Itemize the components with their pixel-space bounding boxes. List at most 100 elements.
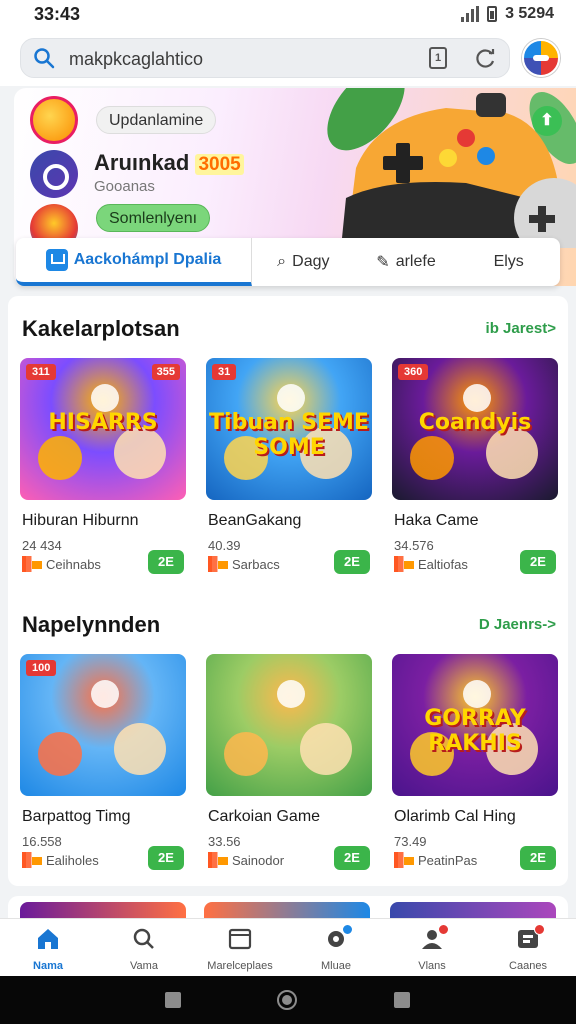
see-all-link-1[interactable]: ib Jarest> <box>486 320 556 337</box>
game-art-title: Tibuan SEME SOME <box>209 410 369 460</box>
nav-item-games[interactable]: Caanes <box>480 919 576 976</box>
recents-button[interactable] <box>394 992 410 1008</box>
game-art-title: HISARRS <box>48 410 158 435</box>
game-card[interactable]: Carkoian Game 33.56 Sainodor 2E <box>206 654 374 894</box>
nav-item-home[interactable]: Nama <box>0 919 96 976</box>
install-button[interactable]: 2E <box>148 846 184 870</box>
hero-chip-green[interactable]: Somlenlyenı <box>96 204 211 232</box>
library-icon <box>227 927 253 951</box>
tab-2[interactable]: ⌕ Dagy <box>252 238 355 286</box>
game-name: Haka Came <box>394 512 479 529</box>
back-button[interactable] <box>165 992 181 1008</box>
game-thumbnail[interactable]: HISARRS 311 355 <box>20 358 186 500</box>
search-input[interactable]: makpkcaglahtico <box>69 49 203 70</box>
app-icon-1[interactable] <box>30 96 78 144</box>
category-flag-icon <box>208 852 228 868</box>
nav-label: Caanes <box>509 960 547 972</box>
search-icon <box>131 927 157 951</box>
game-category-label: Ealtiofas <box>418 556 468 572</box>
install-button[interactable]: 2E <box>334 846 370 870</box>
tab-main[interactable]: Aackohámpl Dpalia <box>16 238 252 286</box>
game-tag: 100 <box>26 660 57 676</box>
nav-item-search[interactable]: Vama <box>96 919 192 976</box>
nav-item-settings[interactable]: Mluae <box>288 919 384 976</box>
game-category-label: PeatinPas <box>418 852 478 868</box>
game-name: Carkoian Game <box>208 808 321 825</box>
app-icon-2[interactable] <box>30 150 78 198</box>
game-card[interactable]: Tibuan SEME SOME 31 BeanGakang 40.39 Sarbacs… <box>206 358 374 598</box>
game-thumbnail[interactable]: GORRAY RAKHIS <box>392 654 558 796</box>
notification-dot <box>342 924 353 935</box>
hero-action-button[interactable]: ⬆ <box>532 106 562 136</box>
game-name: Barpattog Timg <box>22 808 131 825</box>
hero-subtitle: Gooanas <box>94 178 155 195</box>
game-name: BeanGakang <box>208 512 302 529</box>
game-card[interactable]: GORRAY RAKHIS Olarimb Cal Hing 73.49 Peatin… <box>392 654 560 894</box>
games-icon <box>515 924 545 951</box>
search-icon: ⌕ <box>277 253 287 270</box>
game-size: 33.56 <box>208 834 241 849</box>
game-tag: 311 <box>26 364 56 380</box>
signal-icon <box>461 6 480 22</box>
home-icon <box>35 927 61 951</box>
system-nav-bar <box>0 976 576 1024</box>
tab-4-label: Elys <box>493 253 524 270</box>
game-thumbnail[interactable] <box>206 654 372 796</box>
refresh-icon[interactable] <box>473 45 499 71</box>
game-row-2: 100 Barpattog Timg 16.558 Ealiholes 2E Carkoi… <box>20 654 560 894</box>
game-thumbnail[interactable]: Coandyis 360 <box>392 358 558 500</box>
game-category: Ceihnabs <box>22 556 101 572</box>
tab-4[interactable]: Elys <box>457 238 560 286</box>
game-artwork <box>224 680 352 776</box>
game-category-label: Sarbacs <box>232 556 280 572</box>
hero-title: Aruınkad 3005 <box>94 150 244 176</box>
game-thumbnail[interactable]: Tibuan SEME SOME 31 <box>206 358 372 500</box>
game-card[interactable]: 100 Barpattog Timg 16.558 Ealiholes 2E <box>20 654 188 894</box>
game-category-label: Ceihnabs <box>46 556 101 572</box>
section-title-1: Kakelarplotsan <box>22 316 180 341</box>
category-flag-icon <box>208 556 228 572</box>
battery-text: 3 5294 <box>505 5 554 22</box>
game-row-1: HISARRS 311 355 Hiburan Hiburnn 24 434 Ceihna… <box>20 358 560 598</box>
notification-dot <box>534 924 545 935</box>
tab-3-label: arlefe <box>395 253 436 270</box>
nav-label: Marelceplaes <box>207 960 273 972</box>
game-art-title: GORRAY RAKHIS <box>424 706 526 756</box>
game-category: Ealtiofas <box>394 556 468 572</box>
clipboard-icon[interactable]: 1 <box>429 47 447 69</box>
tab-2-label: Dagy <box>292 253 330 270</box>
game-size: 73.49 <box>394 834 427 849</box>
avatar[interactable] <box>522 39 560 77</box>
home-button[interactable] <box>277 990 297 1010</box>
search-bar[interactable]: makpkcaglahtico 1 <box>20 38 510 78</box>
game-category: Sainodor <box>208 852 284 868</box>
game-card[interactable]: Coandyis 360 Haka Came 34.576 Ealtiofas 2E <box>392 358 560 598</box>
search-icon <box>34 48 55 69</box>
hero-chip-update[interactable]: Updanlamine <box>96 106 217 134</box>
install-button[interactable]: 2E <box>148 550 184 574</box>
top-bar: makpkcaglahtico 1 <box>0 30 576 86</box>
category-flag-icon <box>394 556 414 572</box>
notification-dot <box>438 924 449 935</box>
game-category-label: Ealiholes <box>46 852 99 868</box>
category-flag-icon <box>22 852 42 868</box>
category-flag-icon <box>22 556 42 572</box>
tab-3[interactable]: ✎ arlefe <box>355 238 458 286</box>
game-name: Olarimb Cal Hing <box>394 808 516 825</box>
install-button[interactable]: 2E <box>520 550 556 574</box>
game-tag-secondary: 355 <box>151 364 180 380</box>
game-size: 24 434 <box>22 538 62 553</box>
see-all-link-2[interactable]: D Jaenrs-> <box>479 616 556 633</box>
category-tabs: Aackohámpl Dpalia ⌕ Dagy ✎ arlefe Elys <box>16 238 560 286</box>
nav-item-library[interactable]: Marelceplaes <box>192 919 288 976</box>
nav-item-profile[interactable]: Vlans <box>384 919 480 976</box>
game-card[interactable]: HISARRS 311 355 Hiburan Hiburnn 24 434 Ceihna… <box>20 358 188 598</box>
game-thumbnail[interactable]: 100 <box>20 654 186 796</box>
bottom-nav: Nama Vama Marelceplaes Mluae Vlans Caanes <box>0 918 576 976</box>
nav-label: Vama <box>130 960 158 972</box>
game-name: Hiburan Hiburnn <box>22 512 139 529</box>
install-button[interactable]: 2E <box>334 550 370 574</box>
game-tag: 31 <box>212 364 237 380</box>
game-art-title: Coandyis <box>418 410 532 435</box>
install-button[interactable]: 2E <box>520 846 556 870</box>
